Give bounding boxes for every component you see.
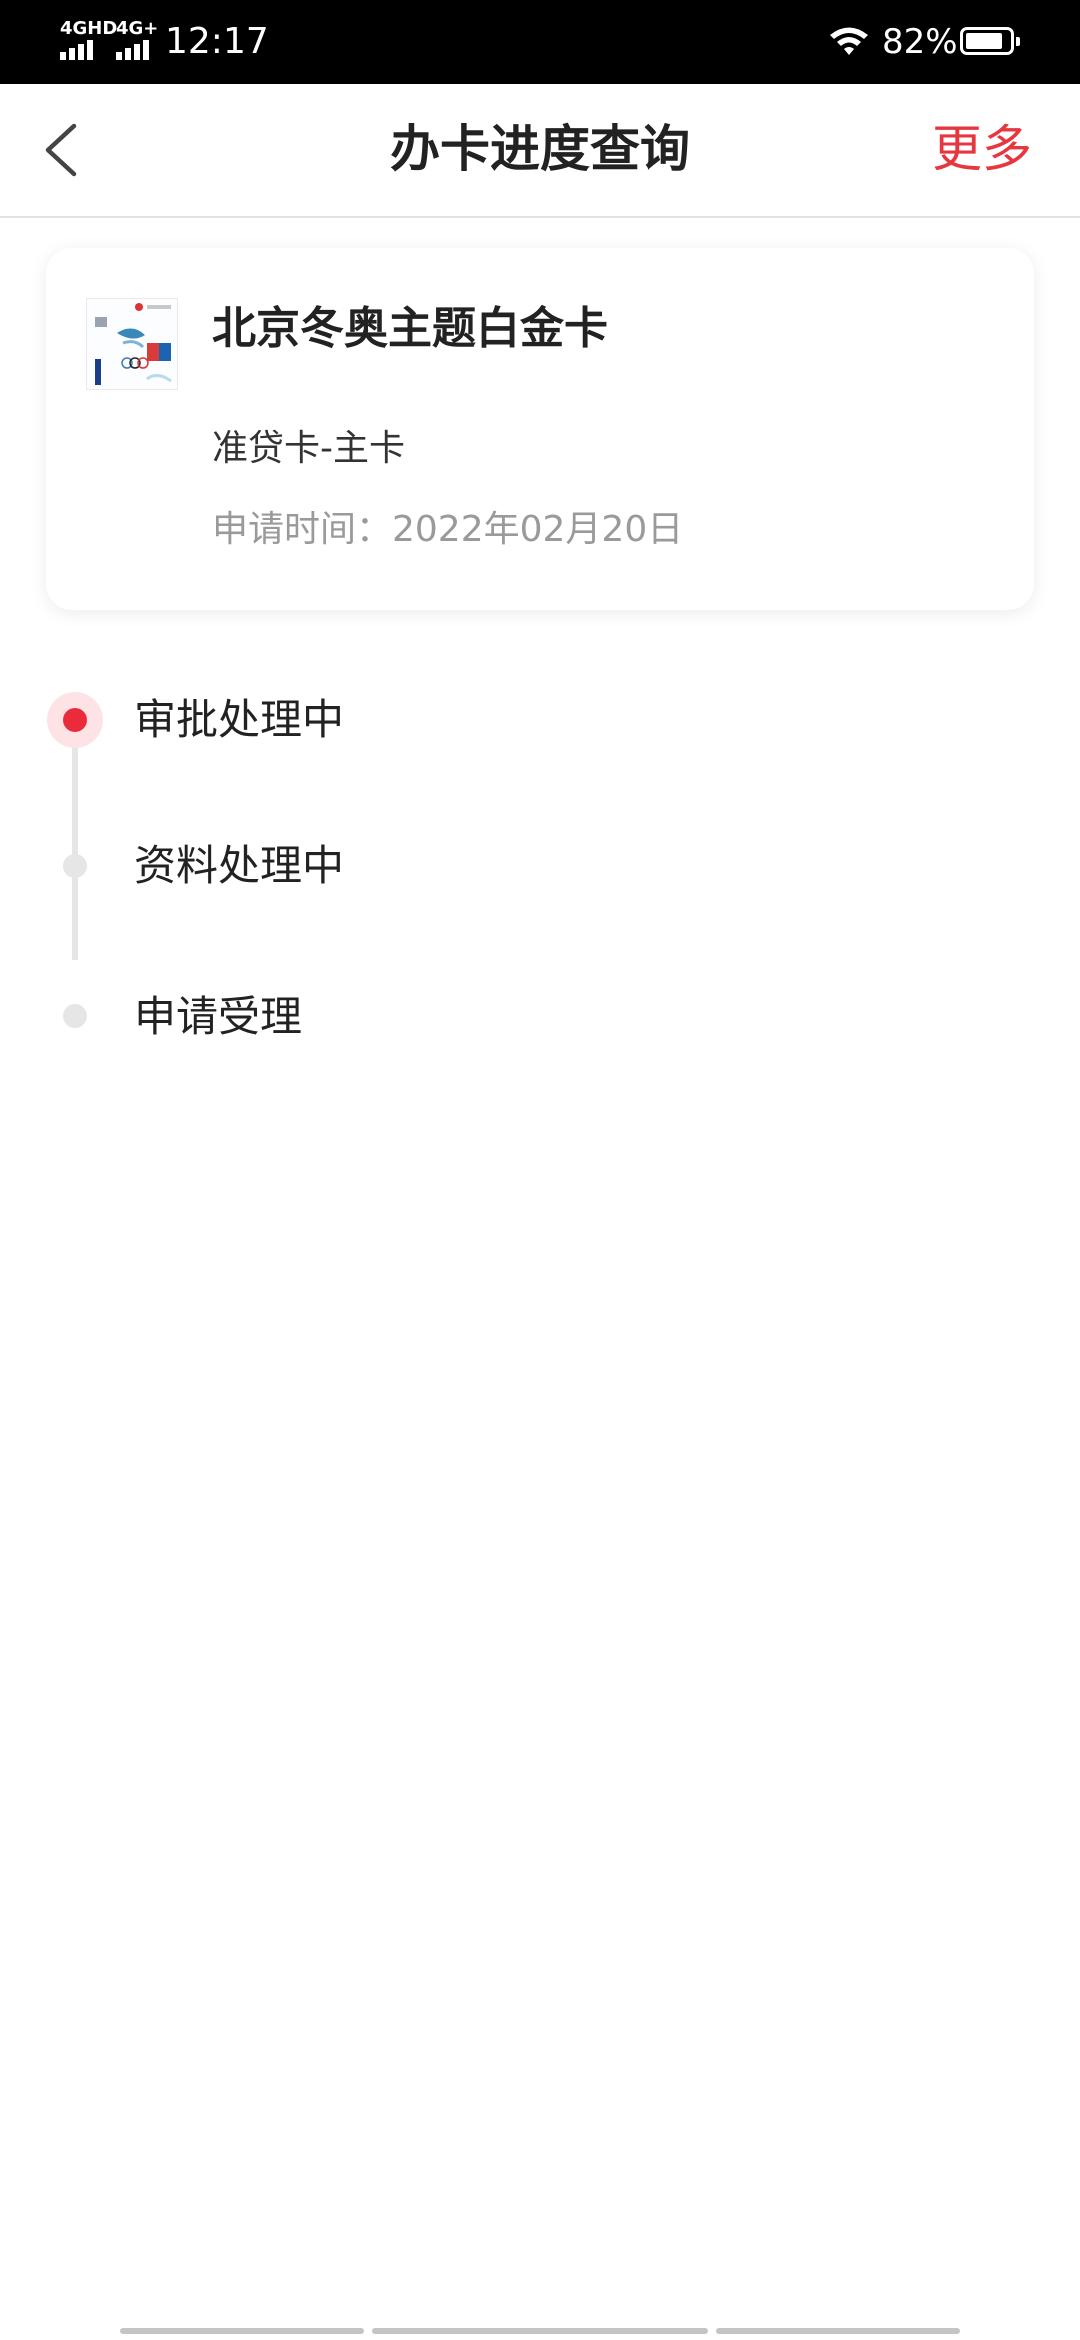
gesture-bar-segment (716, 2328, 960, 2334)
nav-bar: 办卡进度查询 更多 (0, 84, 1080, 218)
gesture-bar-segment (372, 2328, 708, 2334)
timeline-line (72, 720, 78, 960)
clock: 12:17 (165, 21, 269, 62)
progress-timeline: 审批处理中 资料处理中 申请受理 (0, 640, 1080, 1080)
signal-icon: 4G+ (116, 20, 158, 60)
timeline-dot (63, 1004, 87, 1028)
timeline-dot (63, 854, 87, 878)
network-label-1: 4GHD (60, 18, 118, 39)
card-type: 准贷卡-主卡 (212, 428, 405, 469)
step-label: 资料处理中 (134, 841, 345, 890)
card-image (86, 298, 178, 390)
card-info-panel: 北京冬奥主题白金卡 准贷卡-主卡 申请时间：2022年02月20日 (46, 248, 1034, 610)
timeline-dot-active (47, 692, 103, 748)
apply-time: 申请时间：2022年02月20日 (212, 509, 684, 550)
step-label: 审批处理中 (134, 695, 345, 744)
gesture-bar-segment (120, 2328, 364, 2334)
battery-percent: 82% (882, 22, 958, 62)
card-name: 北京冬奥主题白金卡 (212, 303, 608, 354)
step-label: 申请受理 (134, 992, 303, 1041)
wifi-icon (830, 27, 868, 55)
more-button[interactable]: 更多 (932, 114, 1032, 184)
battery-icon (960, 27, 1020, 55)
status-bar: 4GHD 4G+ 12:17 82% (0, 0, 1080, 84)
page-title: 办卡进度查询 (390, 120, 690, 178)
signal-icon: 4GHD (60, 20, 117, 60)
network-label-2: 4G+ (116, 18, 159, 39)
